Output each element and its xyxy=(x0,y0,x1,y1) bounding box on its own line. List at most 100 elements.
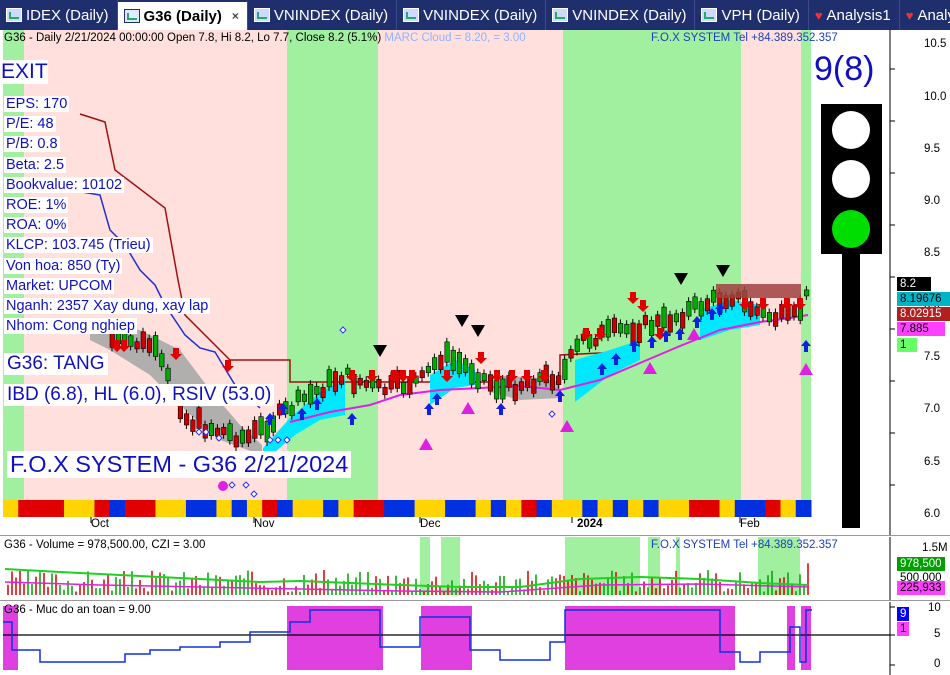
price-y-tick: 9.5 xyxy=(924,143,940,155)
safety-y-tick: 5 xyxy=(934,628,941,640)
signal-strip-cell xyxy=(429,500,446,517)
score-label: 9(8) xyxy=(814,50,875,88)
close-tab-icon[interactable]: × xyxy=(232,9,239,23)
candle xyxy=(698,301,704,317)
candle xyxy=(593,338,599,347)
volume-tag: 978,500 xyxy=(897,557,945,571)
ibd-line: IBD (6.8), HL (6.0), RSIV (53.0) xyxy=(4,384,275,406)
candle xyxy=(301,393,308,402)
candle xyxy=(791,305,797,317)
price-tag: 8.2 xyxy=(897,277,931,291)
candle xyxy=(475,372,481,390)
signal-strip-cell xyxy=(551,500,568,517)
signal-strip-cell xyxy=(216,500,233,517)
signal-strip-cell xyxy=(79,500,95,517)
price-tag: 8.02915 xyxy=(897,307,950,321)
candle xyxy=(153,335,159,357)
signal-strip-cell xyxy=(353,500,370,517)
signal-strip-cell xyxy=(765,500,782,517)
heart-icon: ♥ xyxy=(905,7,914,23)
exit-label: EXIT xyxy=(1,60,48,84)
signal-strip-cell xyxy=(3,500,19,517)
candle xyxy=(456,351,463,375)
zone-pink xyxy=(378,30,563,500)
price-tag: 8.19676 xyxy=(897,292,950,306)
traffic-light-bottom xyxy=(832,210,870,248)
tab-5[interactable]: VPH (Daily) xyxy=(695,0,809,30)
candle xyxy=(568,349,574,359)
trend-label: G36: TANG xyxy=(4,353,108,375)
tab-1[interactable]: G36 (Daily) × xyxy=(117,0,248,30)
traffic-light-middle xyxy=(832,160,870,198)
candle xyxy=(314,386,320,395)
signal-strip-cell xyxy=(63,500,80,517)
candle xyxy=(463,358,469,373)
fox-system-tel-volume: F.O.X SYSTEM Tel +84.389.352.357 xyxy=(651,539,838,551)
safety-zone-magenta xyxy=(565,606,735,670)
signal-strip-cell xyxy=(490,500,507,517)
signal-strip-cell xyxy=(780,500,797,517)
volume-y-tick: 1.5M xyxy=(922,542,948,554)
fundamental-item: KLCP: 103.745 (Trieu) xyxy=(4,237,153,254)
chart-icon xyxy=(253,8,270,22)
candle xyxy=(661,306,667,329)
candle xyxy=(382,387,388,396)
magenta-dot xyxy=(218,481,228,491)
signal-strip-cell xyxy=(628,500,644,517)
candle xyxy=(500,378,506,400)
signal-strip-cell xyxy=(795,500,812,517)
ohlc-info-line: G36 - Daily 2/21/2024 00:00:00 Open 7.8,… xyxy=(4,32,526,44)
signal-strip-cell xyxy=(246,500,263,517)
price-y-tick: 8.5 xyxy=(924,247,940,259)
candle xyxy=(332,371,339,392)
candle xyxy=(221,427,227,436)
candle xyxy=(487,374,494,392)
signal-strip-cell xyxy=(384,500,400,517)
candle xyxy=(754,306,760,316)
volume-tag: 225,933 xyxy=(897,581,945,595)
candle xyxy=(438,354,444,370)
fundamental-item: Beta: 2.5 xyxy=(4,156,67,173)
fundamental-item: Von hoa: 850 (Ty) xyxy=(4,257,123,274)
candle xyxy=(649,319,655,336)
signal-strip-cell xyxy=(368,500,385,517)
tab-label: VNINDEX (Daily) xyxy=(423,6,538,24)
fundamental-item: EPS: 170 xyxy=(4,96,70,112)
tab-4[interactable]: VNINDEX (Daily) xyxy=(546,0,696,30)
signal-strip-cell xyxy=(704,500,721,517)
candle xyxy=(605,319,611,338)
fox-system-tel-price: F.O.X SYSTEM Tel +84.389.352.357 xyxy=(651,32,838,44)
chart-icon xyxy=(552,8,569,22)
fundamental-item: Bookvalue: 10102 xyxy=(4,176,125,193)
signal-strip-cell xyxy=(658,500,675,517)
signal-strip-cell xyxy=(185,500,202,517)
candle xyxy=(177,405,183,420)
signal-strip-cell xyxy=(460,500,477,517)
tab-7[interactable]: ♥Analysis2 xyxy=(900,0,950,30)
candle xyxy=(239,429,245,444)
candle xyxy=(531,378,537,394)
candle xyxy=(804,289,810,297)
price-y-tick: 6.5 xyxy=(924,456,940,468)
signal-strip-cell xyxy=(140,500,156,517)
signal-strip-cell xyxy=(521,500,538,517)
tab-6[interactable]: ♥ Analysis1 xyxy=(809,0,900,30)
candle xyxy=(618,323,624,334)
time-x-tick: Nov xyxy=(254,518,275,530)
signal-strip-cell xyxy=(323,500,339,517)
traffic-light-top xyxy=(832,111,870,149)
time-x-tick: Feb xyxy=(740,518,760,530)
candle xyxy=(636,323,642,343)
candle xyxy=(208,422,214,437)
price-tag: 7.885 xyxy=(897,322,945,336)
tab-2[interactable]: VNINDEX (Daily) xyxy=(248,0,398,30)
time-x-tick: Dec xyxy=(420,518,441,530)
signal-strip-cell xyxy=(109,500,126,517)
candle xyxy=(773,312,779,327)
tab-3[interactable]: VNINDEX (Daily) xyxy=(397,0,547,30)
tab-0[interactable]: IDEX (Daily) xyxy=(0,0,118,30)
signal-strip-cell xyxy=(445,500,461,517)
marc-cloud-text: MARC Cloud = 8.20, = 3.00 xyxy=(384,32,526,44)
signal-strip-cell xyxy=(719,500,736,517)
candle xyxy=(512,383,518,402)
